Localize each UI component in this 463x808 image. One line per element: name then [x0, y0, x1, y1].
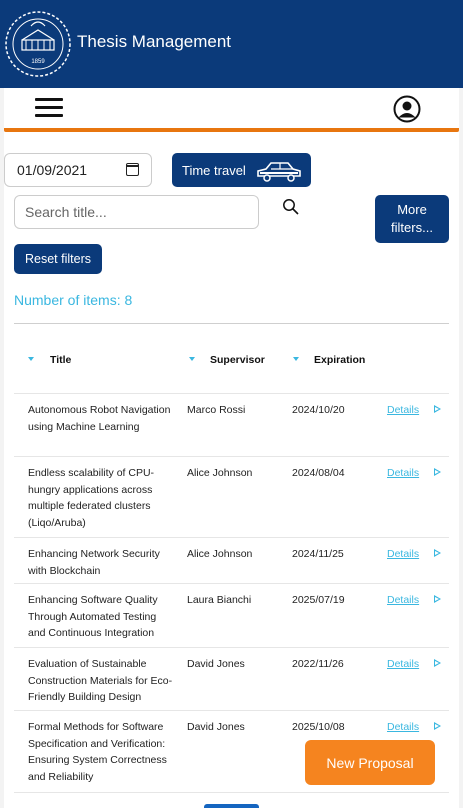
details-link[interactable]: Details: [387, 592, 419, 609]
app-header: 1859 Thesis Management: [0, 0, 463, 88]
row-title: Formal Methods for Software Specificatio…: [28, 721, 167, 783]
user-account-icon[interactable]: [393, 95, 421, 123]
divider: [14, 323, 449, 324]
date-input[interactable]: 01/09/2021: [4, 153, 152, 187]
table-row: Enhancing Software Quality Through Autom…: [14, 584, 449, 648]
navbar: [4, 88, 459, 128]
sort-supervisor-icon[interactable]: [189, 357, 195, 361]
row-title: Autonomous Robot Navigation using Machin…: [28, 404, 171, 433]
column-header-title[interactable]: Title: [50, 354, 71, 366]
delorean-car-icon: [257, 162, 301, 182]
column-header-expiration[interactable]: Expiration: [314, 354, 365, 366]
details-link[interactable]: Details: [387, 546, 419, 563]
more-filters-button[interactable]: More filters...: [375, 195, 449, 243]
details-link[interactable]: Details: [387, 402, 419, 419]
row-expiration: 2024/10/20: [292, 404, 345, 416]
expand-row-icon[interactable]: [434, 595, 441, 603]
column-header-supervisor[interactable]: Supervisor: [210, 354, 265, 366]
date-value: 01/09/2021: [17, 162, 88, 178]
row-supervisor: Marco Rossi: [187, 404, 246, 416]
items-count: Number of items: 8: [14, 292, 133, 308]
expand-row-icon[interactable]: [434, 722, 441, 730]
row-supervisor: Alice Johnson: [187, 548, 253, 560]
search-placeholder: Search title...: [25, 204, 107, 220]
logo-year: 1859: [31, 59, 45, 65]
row-supervisor: Alice Johnson: [187, 467, 253, 479]
row-supervisor: David Jones: [187, 721, 245, 733]
row-title: Evaluation of Sustainable Construction M…: [28, 658, 173, 703]
details-link[interactable]: Details: [387, 465, 419, 482]
row-expiration: 2024/08/04: [292, 467, 345, 479]
search-icon[interactable]: [282, 198, 300, 216]
expand-row-icon[interactable]: [434, 659, 441, 667]
table-header: Title Supervisor Expiration: [14, 340, 449, 394]
row-title: Enhancing Network Security with Blockcha…: [28, 548, 160, 577]
sort-title-icon[interactable]: [28, 357, 34, 361]
hamburger-menu-icon[interactable]: [35, 98, 63, 118]
table-row: Evaluation of Sustainable Construction M…: [14, 648, 449, 711]
row-expiration: 2022/11/26: [292, 658, 344, 670]
calendar-icon[interactable]: [126, 163, 139, 176]
details-link[interactable]: Details: [387, 719, 419, 736]
row-expiration: 2025/10/08: [292, 721, 345, 733]
expand-row-icon[interactable]: [434, 405, 441, 413]
new-proposal-button[interactable]: New Proposal: [305, 740, 435, 785]
university-seal-logo: 1859: [5, 11, 71, 77]
main-content: 01/09/2021 Time travel Search title... M…: [4, 132, 459, 808]
reset-filters-button[interactable]: Reset filters: [14, 244, 102, 274]
time-travel-button[interactable]: Time travel: [172, 153, 311, 187]
pagination-button[interactable]: [204, 804, 259, 808]
table-row: Autonomous Robot Navigation using Machin…: [14, 394, 449, 457]
search-input[interactable]: Search title...: [14, 195, 259, 229]
row-expiration: 2025/07/19: [292, 594, 345, 606]
row-title: Enhancing Software Quality Through Autom…: [28, 594, 158, 639]
row-expiration: 2024/11/25: [292, 548, 344, 560]
proposals-table: Title Supervisor Expiration Autonomous R…: [14, 340, 449, 793]
app-title: Thesis Management: [77, 32, 232, 51]
expand-row-icon[interactable]: [434, 468, 441, 476]
row-title: Endless scalability of CPU-hungry applic…: [28, 467, 155, 529]
row-supervisor: Laura Bianchi: [187, 594, 252, 606]
table-row: Enhancing Network Security with Blockcha…: [14, 538, 449, 584]
row-supervisor: David Jones: [187, 658, 245, 670]
sort-expiration-icon[interactable]: [293, 357, 299, 361]
time-travel-label: Time travel: [182, 162, 246, 178]
expand-row-icon[interactable]: [434, 549, 441, 557]
details-link[interactable]: Details: [387, 656, 419, 673]
table-row: Endless scalability of CPU-hungry applic…: [14, 457, 449, 538]
